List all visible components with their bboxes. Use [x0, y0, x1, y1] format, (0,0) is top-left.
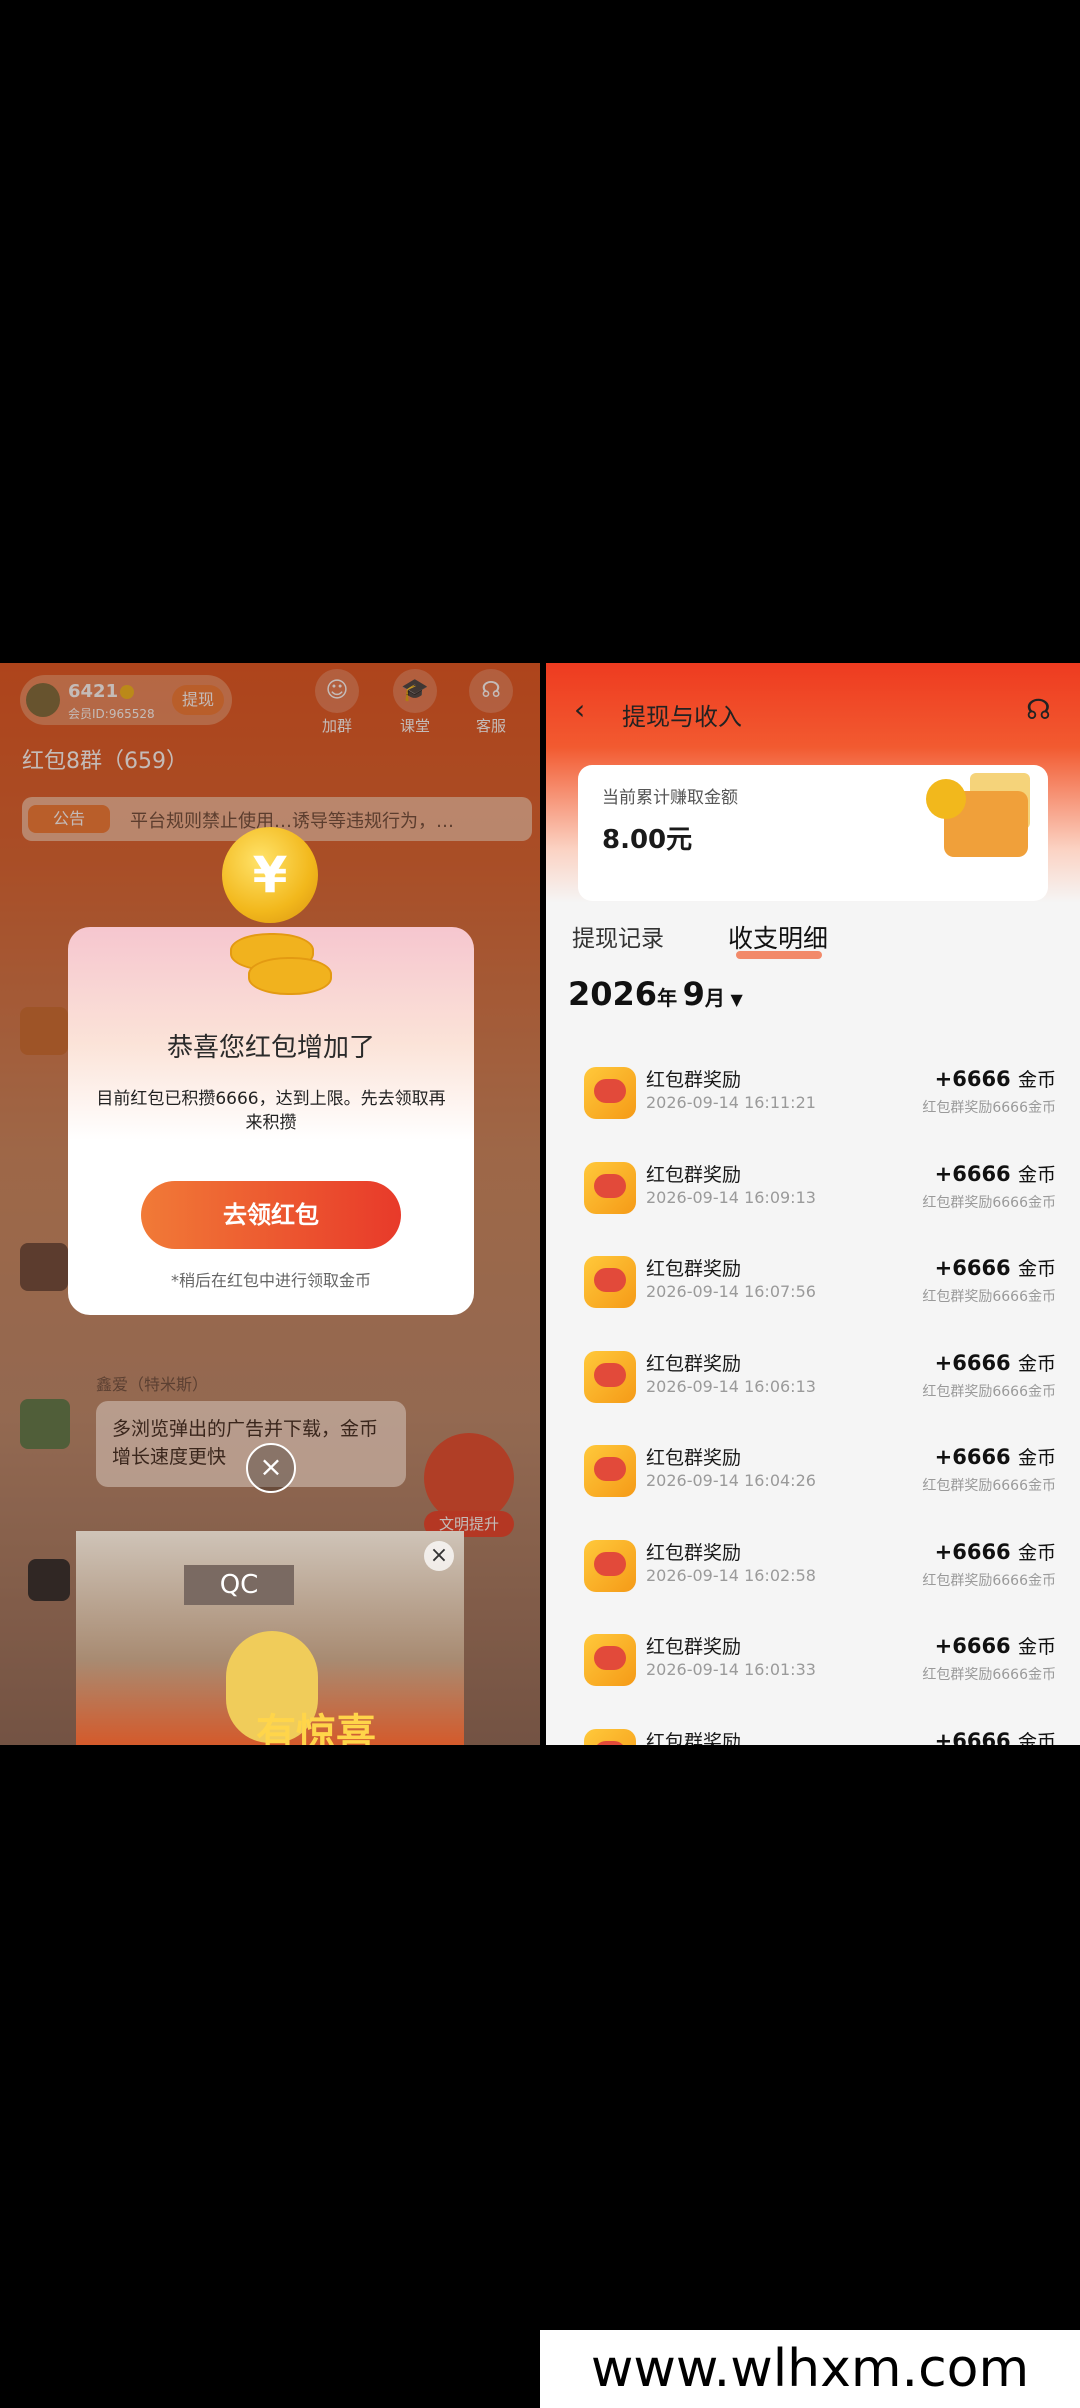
mascot-icon — [594, 1268, 626, 1292]
transaction-time: 2026-09-14 16:04:26 — [646, 1471, 816, 1490]
tab-withdraw-records[interactable]: 提现记录 — [572, 919, 664, 953]
amount-value: +6666 — [934, 1067, 1011, 1091]
chat-group-screen: 6421 会员ID:965528 提现 ☺ 加群 🎓 课堂 ☊ 客服 红包8群（… — [0, 663, 540, 1745]
red-packet-app-icon — [584, 1445, 636, 1497]
coin-stack-icon — [248, 957, 332, 995]
red-packet-app-icon — [584, 1634, 636, 1686]
amount-unit: 金币 — [1017, 1069, 1056, 1091]
mascot-icon — [594, 1551, 626, 1576]
transaction-name: 红包群奖励 — [646, 1541, 742, 1564]
watermark: www.wlhxm.com — [540, 2330, 1080, 2408]
mascot-icon — [594, 1079, 626, 1103]
transaction-note: 红包群奖励6666金币 — [922, 1572, 1056, 1589]
transaction-amount: +6666 金币 — [935, 1443, 1056, 1470]
transaction-amount: +6666 金币 — [935, 1727, 1056, 1746]
red-packet-app-icon — [584, 1728, 636, 1745]
amount-value: +6666 — [934, 1445, 1011, 1469]
earnings-amount: 8.00元 — [602, 825, 693, 855]
transaction-note: 红包群奖励6666金币 — [922, 1194, 1056, 1211]
ad-slogan: 有惊喜 — [256, 1711, 376, 1745]
transaction-note: 红包群奖励6666金币 — [922, 1289, 1056, 1305]
transaction-note: 红包群奖励6666金币 — [922, 1383, 1056, 1400]
transaction-amount: +6666 金币 — [935, 1349, 1056, 1376]
amount-value: +6666 — [934, 1539, 1011, 1564]
amount-value: +6666 — [934, 1350, 1011, 1375]
caret-down-icon: ▼ — [730, 990, 743, 1009]
transaction-row[interactable]: 红包群奖励 2026-09-14 16:04:26 +6666 金币红包群奖励666… — [546, 1441, 1080, 1535]
transaction-row[interactable]: 红包群奖励 2026-09-14 16:06:13 +6666 金币红包群奖励666… — [546, 1347, 1080, 1441]
transaction-row[interactable]: 红包群奖励 2026-09-14 16:09:13 +6666 金币红包群奖励666… — [546, 1158, 1080, 1252]
mascot-icon — [594, 1362, 626, 1387]
red-packet-app-icon — [584, 1256, 636, 1308]
red-packet-app-icon — [584, 1067, 636, 1119]
amount-unit: 金币 — [1017, 1258, 1056, 1280]
back-icon[interactable]: ‹ — [574, 693, 585, 726]
transaction-note: 红包群奖励6666金币 — [922, 1667, 1056, 1683]
transaction-note: 红包群奖励6666金币 — [922, 1100, 1056, 1116]
ad-close-icon[interactable]: × — [424, 1541, 454, 1571]
amount-unit: 金币 — [1017, 1447, 1056, 1469]
mascot-icon — [594, 1646, 626, 1670]
transaction-note: 红包群奖励6666金币 — [922, 1478, 1056, 1494]
yuan-coin-icon: ¥ — [222, 827, 318, 923]
amount-unit: 金币 — [1017, 1730, 1056, 1746]
transaction-amount: +6666 金币 — [935, 1065, 1056, 1092]
mascot-icon — [594, 1173, 626, 1198]
transaction-row[interactable]: 红包群奖励 2026-09-14 16:11:21 +6666 金币红包群奖励666… — [546, 1063, 1080, 1157]
amount-value: +6666 — [934, 1728, 1011, 1746]
transaction-time: 2026-09-14 16:09:13 — [646, 1187, 816, 1207]
transaction-row[interactable]: 红包群奖励 2026-09-14 16:07:56 +6666 金币红包群奖励666… — [546, 1252, 1080, 1346]
ad-banner[interactable]: QC 有惊喜 × — [76, 1531, 464, 1745]
dialog-body: 目前红包已积攒6666，达到上限。先去领取再来积攒 — [96, 1089, 446, 1133]
transaction-row[interactable]: 红包群奖励 2026-09-14 16:01:33 +6666 金币红包群奖励666… — [546, 1630, 1080, 1724]
transaction-amount: +6666 金币 — [935, 1632, 1056, 1659]
ad-store-sign: QC — [184, 1565, 294, 1605]
red-packet-app-icon — [584, 1539, 636, 1592]
mascot-icon — [594, 1740, 626, 1745]
year-value: 2026 — [568, 975, 658, 1013]
year-unit: 年 — [657, 986, 678, 1010]
amount-unit: 金币 — [1017, 1541, 1056, 1564]
coin-icon — [926, 779, 966, 819]
transaction-time: 2026-09-14 16:11:21 — [646, 1093, 816, 1112]
amount-value: +6666 — [934, 1634, 1011, 1658]
transaction-name: 红包群奖励 — [646, 1163, 742, 1186]
transaction-name: 红包群奖励 — [646, 1636, 742, 1658]
transaction-time: 2026-09-14 16:02:58 — [646, 1565, 816, 1585]
transaction-amount: +6666 金币 — [935, 1538, 1056, 1565]
amount-unit: 金币 — [1017, 1352, 1056, 1375]
amount-value: +6666 — [934, 1256, 1011, 1280]
headset-icon[interactable]: ☊ — [1026, 693, 1066, 733]
transaction-time: 2026-09-14 16:01:33 — [646, 1660, 816, 1679]
dialog-hint: *稍后在红包中进行领取金币 — [170, 1271, 371, 1290]
transaction-name: 红包群奖励 — [646, 1258, 742, 1280]
income-screen: ‹ 提现与收入 ☊ 当前累计赚取金额 8.00元 提现记录 收支明细 2026年… — [546, 663, 1080, 1745]
earnings-card: 当前累计赚取金额 8.00元 — [578, 765, 1048, 901]
transaction-name: 红包群奖励 — [646, 1730, 742, 1746]
earnings-label: 当前累计赚取金额 — [602, 788, 738, 808]
claim-red-packet-button[interactable]: 去领红包 — [141, 1181, 401, 1249]
close-icon[interactable]: × — [246, 1443, 296, 1493]
page-title: 提现与收入 — [622, 703, 742, 731]
transaction-amount: +6666 金币 — [935, 1254, 1056, 1281]
transaction-name: 红包群奖励 — [646, 1069, 742, 1091]
transaction-row[interactable]: 红包群奖励 +6666 金币 — [546, 1725, 1080, 1746]
month-unit: 月 — [704, 986, 725, 1010]
transaction-name: 红包群奖励 — [646, 1447, 742, 1469]
mascot-icon — [594, 1457, 626, 1481]
red-packet-app-icon — [584, 1350, 636, 1403]
transaction-name: 红包群奖励 — [646, 1352, 742, 1375]
red-packet-app-icon — [584, 1161, 636, 1214]
transaction-row[interactable]: 红包群奖励 2026-09-14 16:02:58 +6666 金币红包群奖励666… — [546, 1536, 1080, 1630]
transaction-amount: +6666 金币 — [935, 1160, 1056, 1187]
tab-income-details[interactable]: 收支明细 — [728, 919, 828, 955]
transaction-time: 2026-09-14 16:06:13 — [646, 1376, 816, 1396]
amount-unit: 金币 — [1017, 1636, 1056, 1658]
month-selector[interactable]: 2026年 9月 ▼ — [568, 975, 743, 1013]
transaction-time: 2026-09-14 16:07:56 — [646, 1282, 816, 1301]
amount-value: +6666 — [934, 1161, 1011, 1186]
amount-unit: 金币 — [1017, 1163, 1056, 1186]
month-value: 9 — [682, 975, 705, 1013]
dialog-title: 恭喜您红包增加了 — [166, 1033, 375, 1063]
